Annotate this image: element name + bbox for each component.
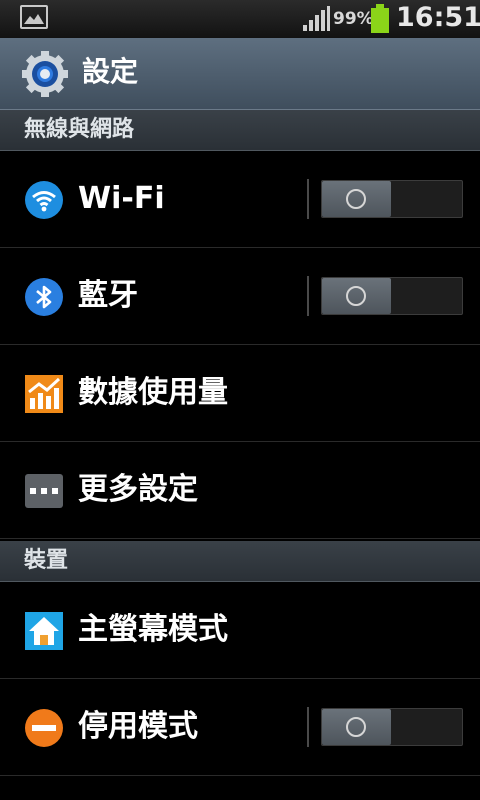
divider <box>307 707 309 747</box>
setting-label: 數據使用量 <box>78 375 228 410</box>
setting-row-bluetooth[interactable]: 藍牙 <box>0 248 480 345</box>
wifi-toggle[interactable] <box>321 180 463 218</box>
section-title: 裝置 <box>24 548 69 573</box>
signal-icon <box>303 6 330 31</box>
status-time: 16:51 <box>396 2 480 33</box>
knob-ring <box>346 286 366 306</box>
toggle-knob <box>322 709 391 745</box>
title-bar: 設定 <box>0 38 480 111</box>
toggle-knob <box>322 181 391 217</box>
setting-label: Wi-Fi <box>78 181 165 216</box>
setting-row-home-screen-mode[interactable]: 主螢幕模式 <box>0 582 480 679</box>
data-usage-icon <box>25 375 63 413</box>
knob-ring <box>346 189 366 209</box>
setting-label: 更多設定 <box>78 472 198 507</box>
setting-label: 藍牙 <box>78 278 138 313</box>
section-header-wireless: 無線與網路 <box>0 110 480 151</box>
more-settings-icon <box>25 474 63 508</box>
setting-label: 主螢幕模式 <box>78 612 228 647</box>
knob-ring <box>346 717 366 737</box>
bluetooth-toggle[interactable] <box>321 277 463 315</box>
wifi-icon <box>25 181 63 219</box>
gallery-notification-icon <box>20 5 48 29</box>
setting-row-blocking-mode[interactable]: 停用模式 <box>0 679 480 776</box>
settings-screen: 99% 16:51 設定 無線與網路 Wi-Fi 藍牙 數據使用量 更多設定 裝… <box>0 0 480 800</box>
setting-row-data-usage[interactable]: 數據使用量 <box>0 345 480 442</box>
gear-icon <box>22 51 68 97</box>
section-header-device: 裝置 <box>0 541 480 582</box>
setting-row-more-settings[interactable]: 更多設定 <box>0 442 480 539</box>
blocking-mode-icon <box>25 709 63 747</box>
divider <box>307 179 309 219</box>
status-bar: 99% 16:51 <box>0 0 480 38</box>
battery-percent: 99% <box>333 9 374 29</box>
setting-label: 停用模式 <box>78 709 198 744</box>
bluetooth-icon <box>25 278 63 316</box>
divider <box>307 276 309 316</box>
battery-icon <box>371 4 389 33</box>
home-screen-mode-icon <box>25 612 63 650</box>
setting-row-wifi[interactable]: Wi-Fi <box>0 151 480 248</box>
blocking-mode-toggle[interactable] <box>321 708 463 746</box>
page-title: 設定 <box>82 55 139 88</box>
toggle-knob <box>322 278 391 314</box>
section-title: 無線與網路 <box>24 117 135 142</box>
